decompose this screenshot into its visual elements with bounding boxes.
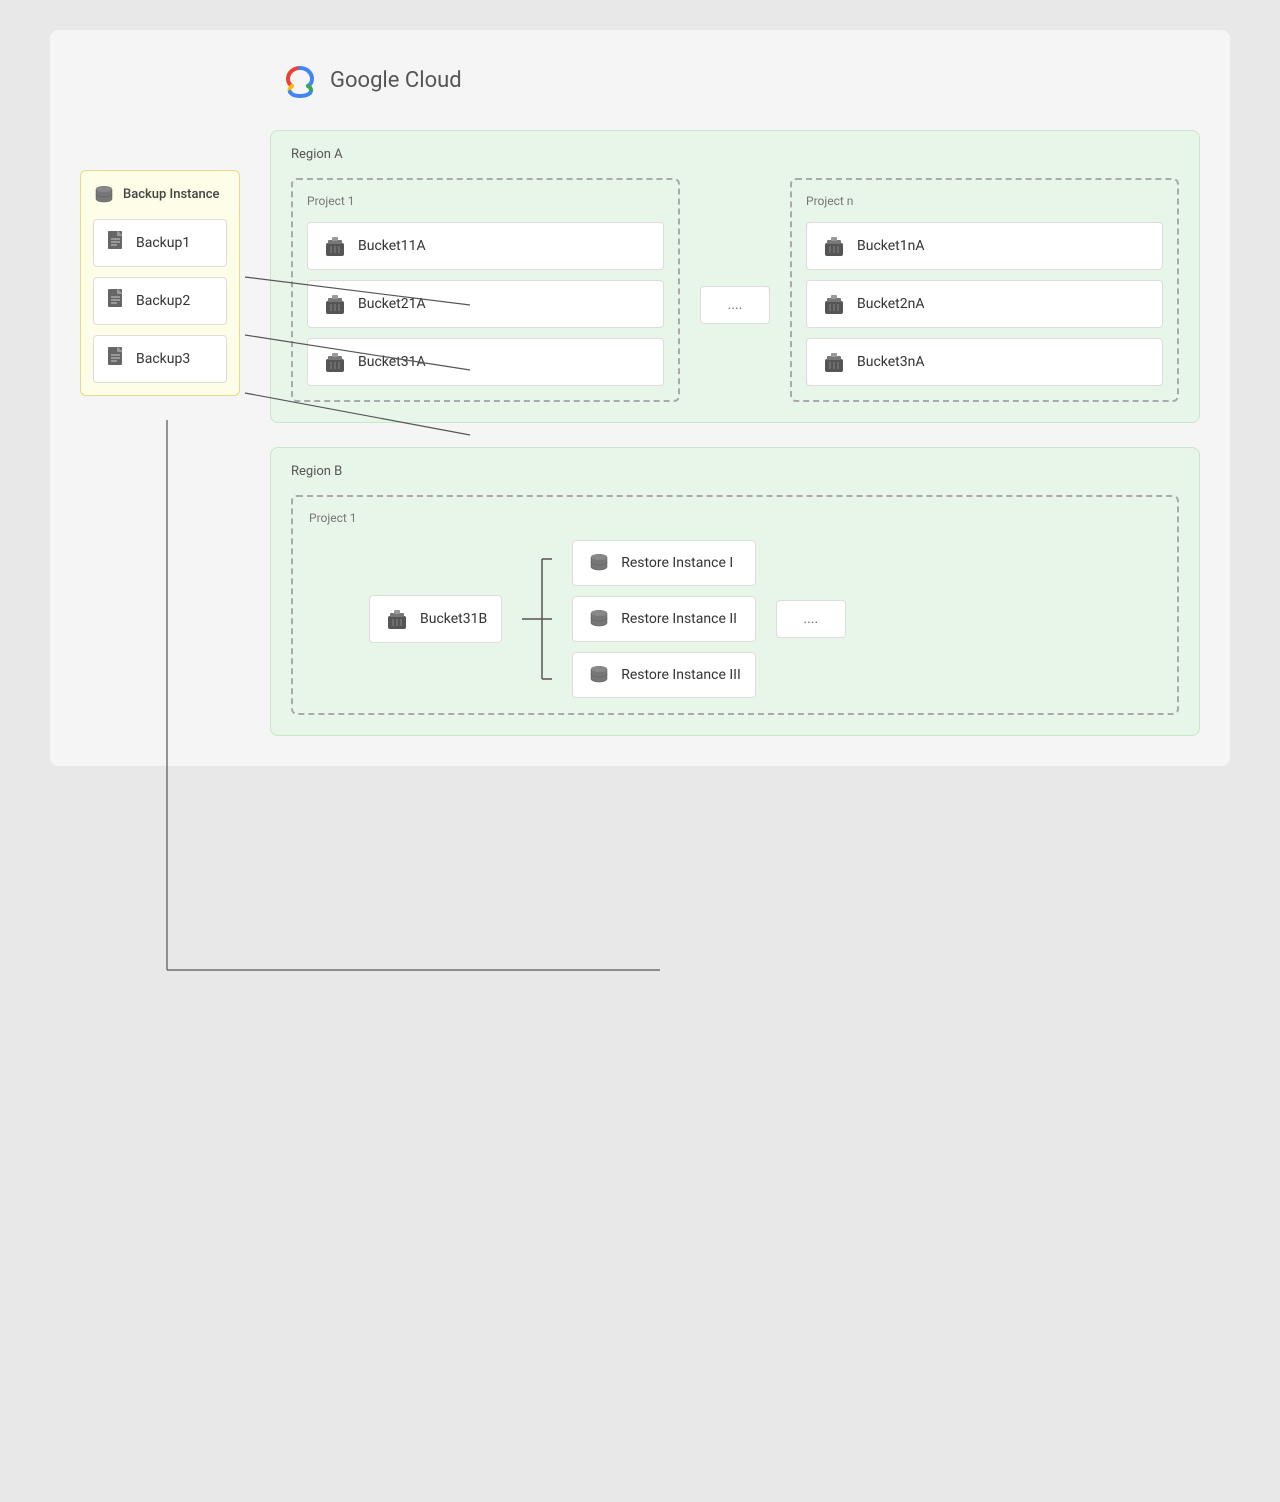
region-b-label: Region B: [291, 464, 1179, 479]
regions-container: Region A Project 1: [270, 130, 1200, 736]
logo-text: Google Cloud: [330, 68, 462, 93]
region-a-box: Region A Project 1: [270, 130, 1200, 423]
backup-item-2: Backup2: [93, 277, 227, 325]
restore-instance-2: Restore Instance II: [572, 596, 756, 642]
main-layout: Backup Instance Backup1: [80, 130, 1200, 736]
region-a-project1-label: Project 1: [307, 194, 664, 208]
bucket-21a: Bucket21A: [307, 280, 664, 328]
bracket-connector-svg: [522, 539, 552, 699]
bucket-1na-label: Bucket1nA: [857, 238, 924, 254]
bucket-2na-icon: [821, 291, 847, 317]
region-b-dots: ....: [776, 600, 846, 638]
google-cloud-logo-icon: [280, 60, 320, 100]
region-b-content: Bucket31B: [309, 539, 1161, 699]
backup-panel-title: Backup Instance: [123, 187, 219, 202]
restore-instance-1-icon: [587, 551, 611, 575]
bucket-11a-icon: [322, 233, 348, 259]
bucket-2na: Bucket2nA: [806, 280, 1163, 328]
region-a-dots: ....: [700, 286, 770, 324]
backup-instance-icon: [93, 183, 115, 205]
backup3-doc-icon: [106, 346, 128, 372]
bucket-31b-label: Bucket31B: [420, 611, 487, 627]
restore-instances-col: Restore Instance I Restore Instance II: [572, 540, 756, 698]
bucket-31b: Bucket31B: [369, 595, 502, 643]
restore-instance-3: Restore Instance III: [572, 652, 756, 698]
bucket-3na-icon: [821, 349, 847, 375]
bucket-3na-label: Bucket3nA: [857, 354, 924, 370]
restore-instance-2-icon: [587, 607, 611, 631]
restore-instance-1-label: Restore Instance I: [621, 555, 733, 571]
region-a-middle-col: ....: [700, 178, 770, 402]
backup3-label: Backup3: [136, 351, 190, 367]
backup2-label: Backup2: [136, 293, 190, 309]
restore-instance-3-icon: [587, 663, 611, 687]
region-b-project1-label: Project 1: [309, 511, 1161, 525]
backup1-doc-icon: [106, 230, 128, 256]
backup-item-1: Backup1: [93, 219, 227, 267]
region-a-label: Region A: [291, 147, 1179, 162]
region-a-project1-box: Project 1 Bucket11A: [291, 178, 680, 402]
page-container: Google Cloud Backup Instance: [50, 30, 1230, 766]
bucket-2na-label: Bucket2nA: [857, 296, 924, 312]
backup2-doc-icon: [106, 288, 128, 314]
bucket-31a: Bucket31A: [307, 338, 664, 386]
bucket-21a-label: Bucket21A: [358, 296, 426, 312]
bucket-31a-icon: [322, 349, 348, 375]
google-cloud-logo: Google Cloud: [280, 60, 1200, 100]
bucket-1na-icon: [821, 233, 847, 259]
restore-instance-2-label: Restore Instance II: [621, 611, 737, 627]
region-b-project1-box: Project 1: [291, 495, 1179, 715]
backup-panel-header: Backup Instance: [93, 183, 227, 205]
bucket-11a-label: Bucket11A: [358, 238, 426, 254]
bucket-21a-icon: [322, 291, 348, 317]
region-a-projectN-label: Project n: [806, 194, 1163, 208]
bucket-11a: Bucket11A: [307, 222, 664, 270]
bucket-31a-label: Bucket31A: [358, 354, 426, 370]
region-a-projectN-box: Project n Bucket1nA: [790, 178, 1179, 402]
backup-panel: Backup Instance Backup1: [80, 170, 240, 396]
backup-item-3: Backup3: [93, 335, 227, 383]
restore-instance-1: Restore Instance I: [572, 540, 756, 586]
region-a-projects-row: Project 1 Bucket11A: [291, 178, 1179, 402]
restore-instance-3-label: Restore Instance III: [621, 667, 741, 683]
bucket-1na: Bucket1nA: [806, 222, 1163, 270]
backup1-label: Backup1: [136, 235, 190, 251]
bucket-3na: Bucket3nA: [806, 338, 1163, 386]
bucket-31b-icon: [384, 606, 410, 632]
region-b-box: Region B Project 1: [270, 447, 1200, 736]
